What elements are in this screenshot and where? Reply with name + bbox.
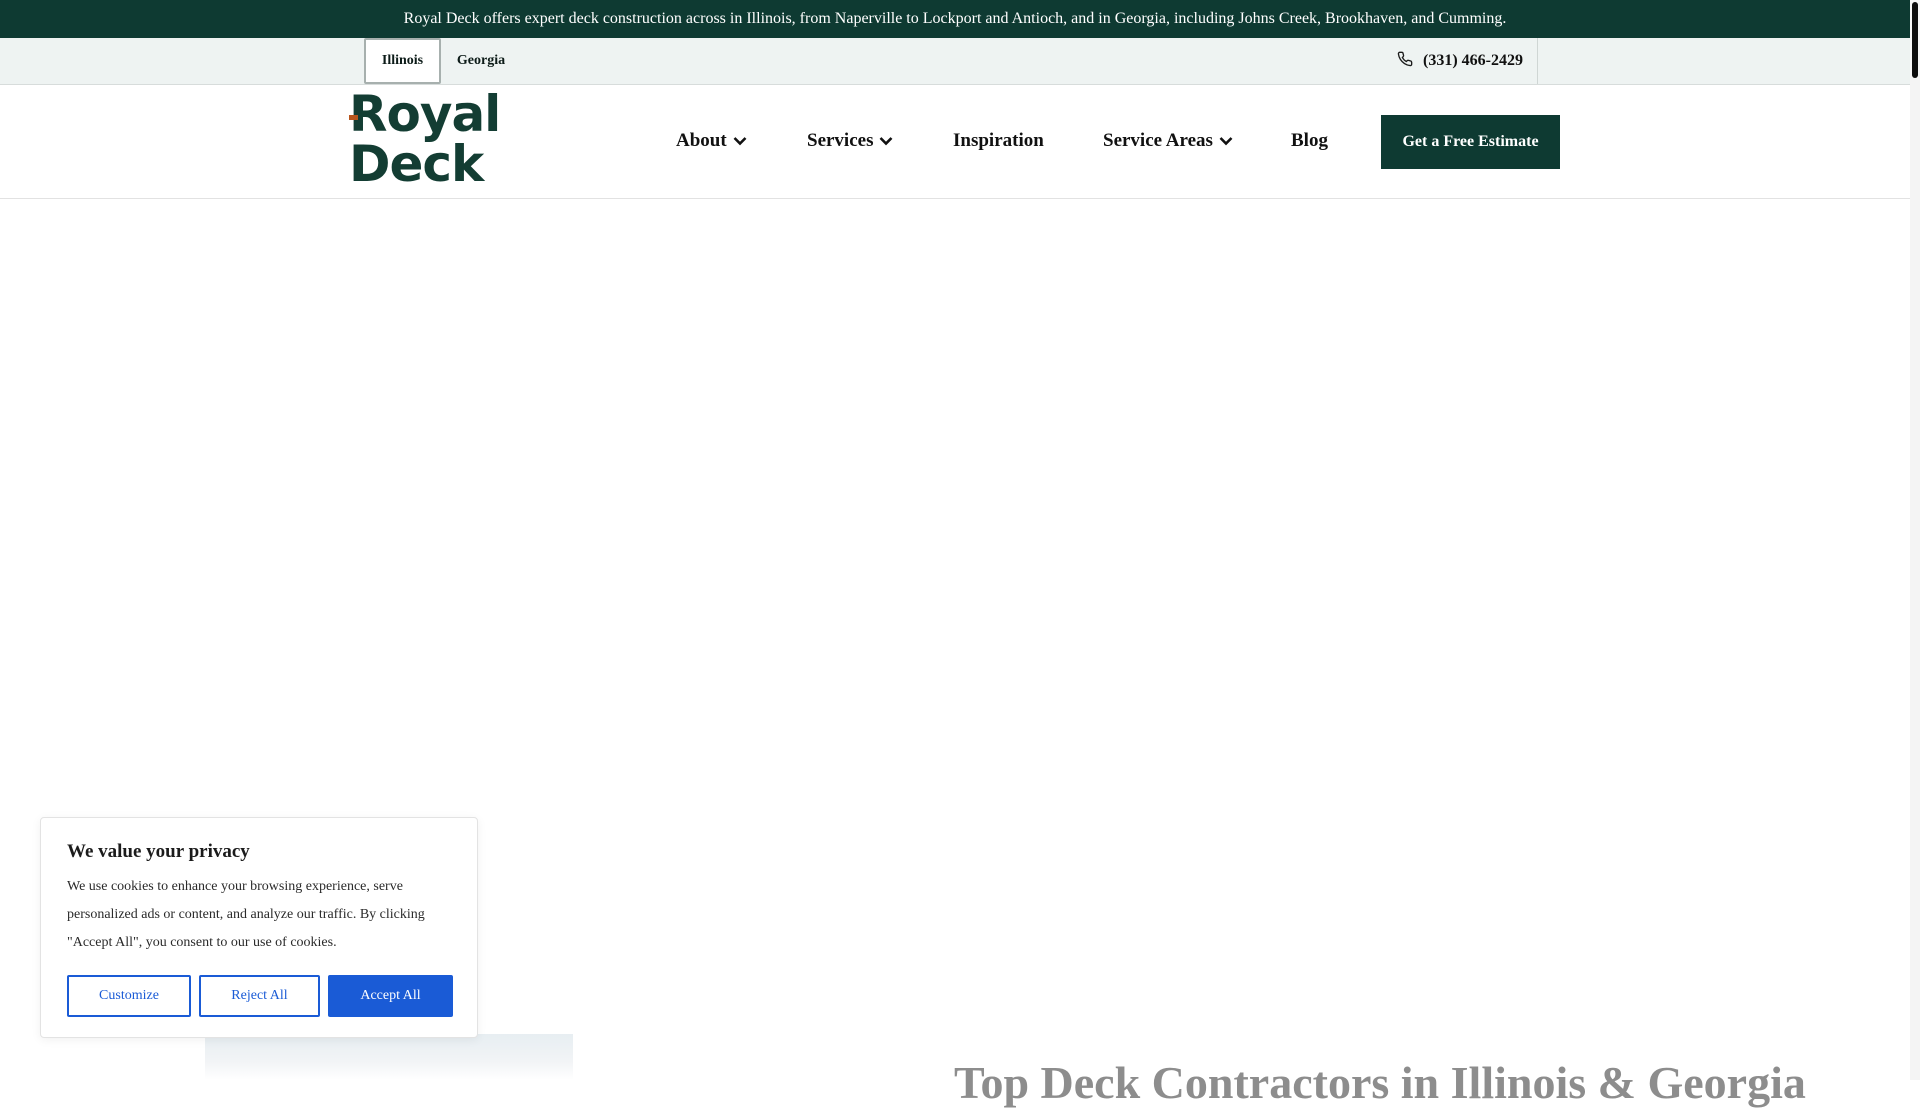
nav-service-areas[interactable]: Service Areas [1103, 130, 1233, 152]
phone-link[interactable]: (331) 466-2429 [1397, 38, 1538, 84]
phone-icon [1397, 51, 1413, 72]
reject-all-button[interactable]: Reject All [199, 975, 320, 1017]
customize-button[interactable]: Customize [67, 975, 191, 1017]
page-scrollbar[interactable] [1910, 0, 1920, 1080]
nav-about-label: About [676, 130, 727, 151]
hero-image [205, 1034, 573, 1080]
announcement-text: Royal Deck offers expert deck constructi… [403, 10, 1507, 27]
state-selector-bar: Illinois Georgia (331) 466-2429 [0, 38, 1910, 85]
hero-heading: Top Deck Contractors in Illinois & Georg… [954, 1057, 1806, 1108]
royal-deck-logo[interactable]: Royal Deck [349, 89, 609, 189]
nav-blog-label: Blog [1291, 130, 1328, 151]
phone-number: (331) 466-2429 [1423, 52, 1523, 69]
accept-all-button[interactable]: Accept All [328, 975, 453, 1017]
announcement-bar: Royal Deck offers expert deck constructi… [0, 0, 1910, 38]
logo-accent-mark [349, 115, 358, 120]
nav-services-label: Services [807, 130, 874, 151]
nav-about[interactable]: About [676, 130, 747, 152]
nav-service-areas-label: Service Areas [1103, 130, 1213, 151]
chevron-down-icon [1219, 137, 1233, 146]
cookie-description: We use cookies to enhance your browsing … [67, 879, 425, 950]
logo-text: Royal Deck [349, 85, 501, 193]
tab-illinois[interactable]: Illinois [364, 38, 441, 84]
nav-inspiration-label: Inspiration [953, 130, 1044, 151]
tab-georgia[interactable]: Georgia [443, 38, 519, 84]
free-estimate-button[interactable]: Get a Free Estimate [1381, 115, 1560, 169]
scrollbar-thumb[interactable] [1912, 2, 1918, 78]
cookie-title: We value your privacy [67, 841, 250, 862]
cookie-consent-banner: We value your privacy We use cookies to … [40, 817, 478, 1038]
nav-blog[interactable]: Blog [1291, 130, 1328, 152]
chevron-down-icon [733, 137, 747, 146]
main-navigation: Royal Deck About Services Inspiration Se… [0, 85, 1910, 199]
nav-inspiration[interactable]: Inspiration [953, 130, 1044, 152]
chevron-down-icon [880, 137, 893, 146]
nav-services[interactable]: Services [807, 130, 893, 152]
